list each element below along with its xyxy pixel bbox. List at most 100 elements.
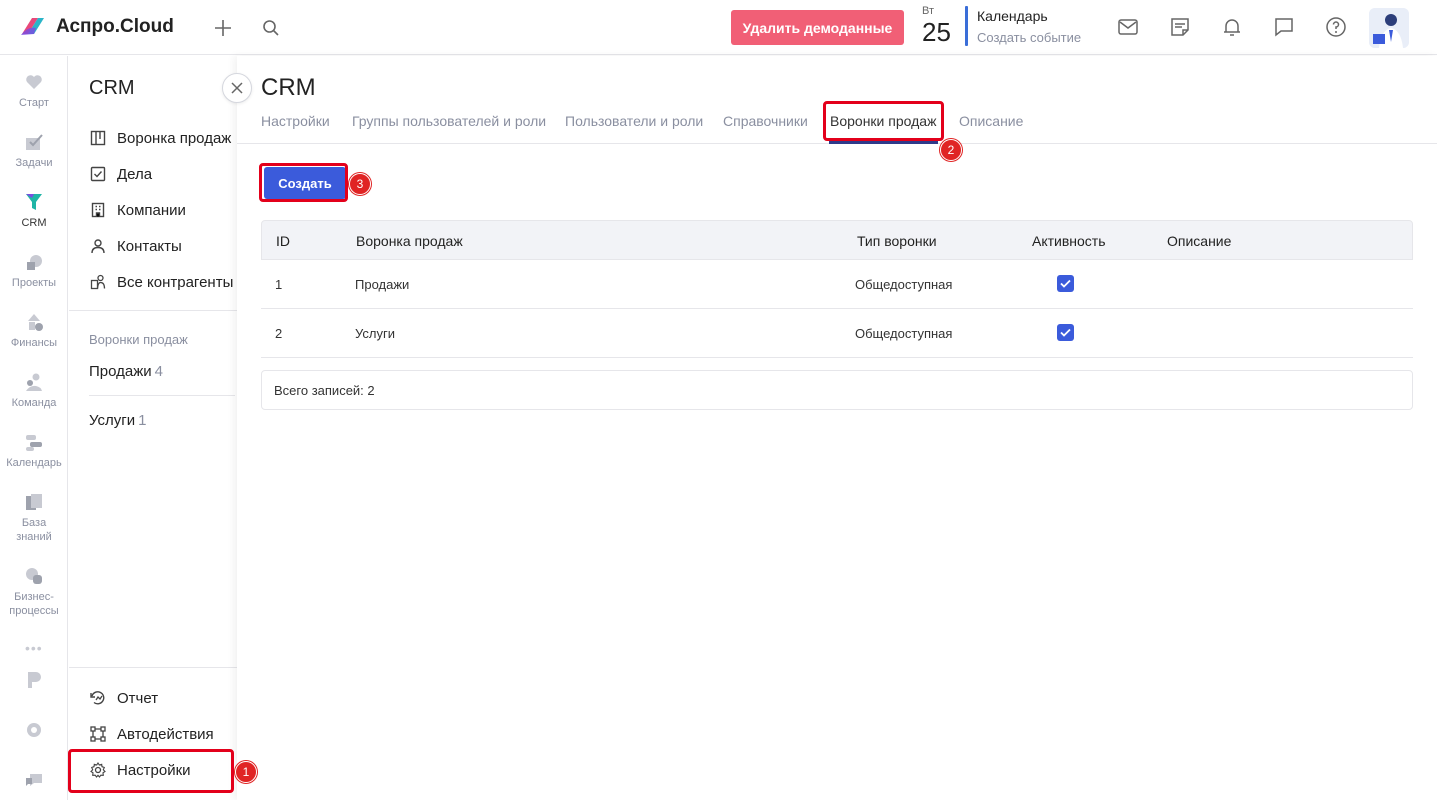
rail-item-finance[interactable]: Финансы — [0, 312, 68, 350]
delete-demo-data-button[interactable]: Удалить демоданные — [731, 10, 904, 45]
funnels-section-title: Воронки продаж — [89, 332, 188, 347]
column-header-description[interactable]: Описание — [1167, 233, 1231, 249]
user-avatar[interactable] — [1369, 8, 1409, 48]
funnel-label: Услуги — [89, 412, 136, 429]
side-item-label: Автодействия — [117, 725, 214, 743]
person-icon — [89, 237, 107, 255]
chat-bubbles-icon — [24, 770, 44, 790]
cell-funnel-type: Общедоступная — [855, 277, 953, 292]
main-panel: CRM Настройки Группы пользователей и рол… — [237, 56, 1437, 800]
cell-id: 2 — [275, 326, 283, 341]
side-item-label: Воронка продаж — [117, 129, 232, 147]
date-divider — [965, 6, 968, 46]
tab-directories[interactable]: Справочники — [723, 113, 808, 129]
app-logo[interactable]: Аспро.Cloud — [18, 14, 174, 40]
step-badge-3: 3 — [349, 173, 371, 195]
column-header-type[interactable]: Тип воронки — [857, 233, 937, 249]
bell-icon[interactable] — [1220, 15, 1244, 39]
calendar-title[interactable]: Календарь — [977, 8, 1048, 24]
app-name: Аспро.Cloud — [56, 16, 174, 37]
checkmark-icon — [1060, 328, 1071, 337]
cell-funnel-name[interactable]: Продажи — [355, 277, 409, 292]
side-item-label: Контакты — [117, 237, 182, 255]
side-item-label: Отчет — [117, 689, 159, 707]
building-icon — [89, 201, 107, 219]
table-row[interactable]: 2 Услуги Общедоступная — [261, 309, 1413, 358]
rail-item-knowledge[interactable]: База знаний — [0, 492, 68, 544]
side-item-deals[interactable]: Дела — [89, 165, 152, 183]
automation-icon — [89, 725, 107, 743]
side-item-label: Дела — [117, 165, 153, 183]
rail-item-start[interactable]: Старт — [0, 72, 68, 110]
notes-icon[interactable] — [1168, 15, 1192, 39]
tab-users-roles[interactable]: Пользователи и роли — [565, 113, 703, 129]
rail-extra-2[interactable] — [0, 720, 68, 744]
total-records: Всего записей: 2 — [274, 383, 375, 398]
tab-settings[interactable]: Настройки — [261, 113, 330, 129]
gear-icon — [24, 720, 44, 740]
rail-item-team[interactable]: Команда — [0, 372, 68, 410]
kanban-icon — [89, 129, 107, 147]
side-item-companies[interactable]: Компании — [89, 201, 186, 219]
cell-funnel-name[interactable]: Услуги — [355, 326, 395, 341]
column-header-id[interactable]: ID — [276, 233, 290, 249]
side-item-report[interactable]: Отчет — [89, 689, 158, 707]
rail-item-calendar[interactable]: Календарь — [0, 432, 68, 470]
rail-extra-3[interactable] — [0, 770, 68, 794]
report-icon — [89, 689, 107, 707]
rail-item-tasks[interactable]: Задачи — [0, 132, 68, 170]
step-badge-1: 1 — [235, 761, 257, 783]
date-day-number: 25 — [922, 17, 951, 47]
side-item-label: Все контрагенты — [117, 273, 234, 291]
active-checkbox[interactable] — [1057, 275, 1074, 292]
rail-label: Календарь — [6, 457, 62, 469]
heart-icon — [24, 72, 44, 92]
side-item-sales-funnel[interactable]: Воронка продаж — [89, 129, 231, 147]
chat-icon[interactable] — [1272, 15, 1296, 39]
close-panel-button[interactable] — [222, 73, 252, 103]
create-event-link[interactable]: Создать событие — [977, 30, 1081, 45]
checkmark-icon — [1060, 279, 1071, 288]
rail-item-crm[interactable]: CRM — [0, 192, 68, 230]
funnel-count: 4 — [154, 363, 163, 380]
calendar-icon — [24, 432, 44, 452]
rail-label: Финансы — [10, 337, 58, 349]
rail-label: База знаний — [16, 517, 52, 543]
rail-item-projects[interactable]: Проекты — [0, 252, 68, 290]
help-icon[interactable] — [1324, 15, 1348, 39]
side-funnel-services[interactable]: Услуги 1 — [89, 412, 146, 429]
tab-description[interactable]: Описание — [959, 113, 1023, 129]
table-header: ID Воронка продаж Тип воронки Активность… — [261, 220, 1413, 260]
date-weekday: Вт — [922, 5, 935, 17]
tab-user-groups[interactable]: Группы пользователей и роли — [352, 113, 546, 129]
table-footer: Всего записей: 2 — [261, 370, 1413, 410]
rail-extra-1[interactable] — [0, 670, 68, 694]
rail-label: Старт — [19, 97, 49, 109]
checklist-icon — [89, 165, 107, 183]
rail-item-processes[interactable]: Бизнес-процессы — [0, 566, 68, 618]
column-header-funnel[interactable]: Воронка продаж — [356, 233, 463, 249]
funnels-table: ID Воронка продаж Тип воронки Активность… — [261, 220, 1413, 358]
side-item-automation[interactable]: Автодействия — [89, 725, 214, 743]
module-rail: Старт Задачи CRM Проекты Финансы Команда — [0, 56, 68, 800]
check-icon — [24, 132, 44, 152]
logo-icon — [18, 14, 48, 40]
crm-side-menu: CRM Воронка продаж Дела Компании Контакт… — [69, 56, 237, 800]
close-icon — [231, 82, 243, 94]
side-divider — [69, 310, 237, 311]
add-icon[interactable] — [211, 16, 235, 40]
side-funnel-sales[interactable]: Продажи 4 — [89, 363, 163, 380]
active-checkbox[interactable] — [1057, 324, 1074, 341]
rail-label: Задачи — [15, 157, 53, 169]
side-item-contacts[interactable]: Контакты — [89, 237, 182, 255]
cell-id: 1 — [275, 277, 283, 292]
more-icon[interactable]: ••• — [25, 640, 43, 656]
table-row[interactable]: 1 Продажи Общедоступная — [261, 260, 1413, 309]
side-item-label: Компании — [117, 201, 186, 219]
column-header-active[interactable]: Активность — [1032, 233, 1106, 249]
side-item-all-counterparties[interactable]: Все контрагенты — [89, 273, 233, 291]
search-icon[interactable] — [259, 16, 283, 40]
people-icon — [89, 273, 107, 291]
side-divider-bottom — [69, 667, 237, 668]
mail-icon[interactable] — [1116, 15, 1140, 39]
